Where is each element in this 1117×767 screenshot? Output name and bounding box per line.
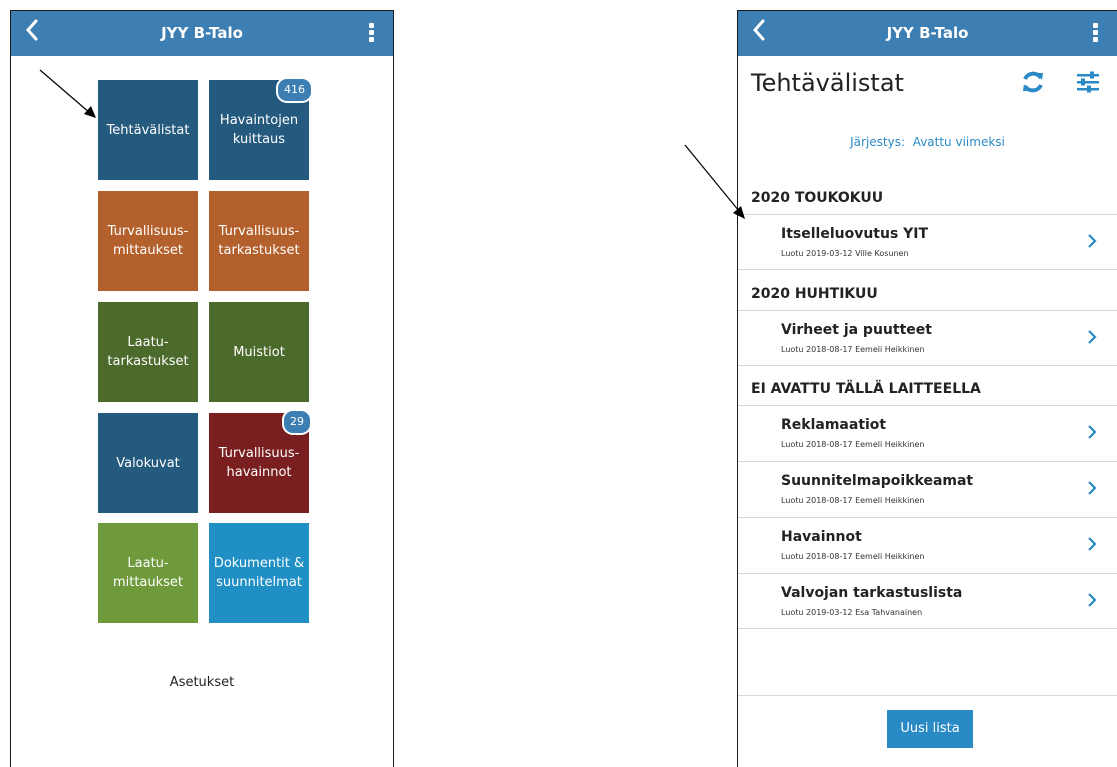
list-item[interactable]: Virheet ja puutteet Luotu 2018-08-17 Eem…: [738, 310, 1117, 366]
list-item-meta: Luotu 2018-08-17 Eemeli Heikkinen: [781, 440, 925, 449]
list-item-title: Virheet ja puutteet: [781, 322, 932, 338]
tile-laatumittaukset[interactable]: Laatu- mittaukset: [98, 523, 198, 623]
page-title: Tehtävälistat: [751, 69, 904, 97]
chevron-right-icon: [1088, 330, 1097, 344]
home-screen: JYY B-Talo Tehtävälistat Havaintojen kui…: [10, 10, 394, 767]
list-item[interactable]: Valvojan tarkastuslista Luotu 2019-03-12…: [738, 573, 1117, 629]
app-bar: JYY B-Talo: [738, 11, 1117, 56]
list-item-meta: Luotu 2018-08-17 Eemeli Heikkinen: [781, 345, 925, 354]
new-list-button[interactable]: Uusi lista: [887, 710, 973, 748]
chevron-right-icon: [1088, 593, 1097, 607]
divider: [738, 628, 1117, 629]
count-badge: 416: [276, 77, 313, 103]
list-item-meta: Luotu 2019-03-12 Ville Kosunen: [781, 249, 909, 258]
annotation-arrow-icon: [684, 144, 745, 219]
app-bar-title: JYY B-Talo: [886, 24, 969, 42]
chevron-right-icon: [1088, 425, 1097, 439]
chevron-right-icon: [1088, 234, 1097, 248]
tile-label: Valokuvat: [116, 455, 180, 471]
kebab-menu-icon[interactable]: [369, 23, 375, 43]
list-item-title: Reklamaatiot: [781, 417, 887, 433]
list-item-meta: Luotu 2019-03-12 Esa Tahvanainen: [781, 608, 923, 617]
settings-link[interactable]: Asetukset: [11, 675, 393, 690]
chevron-right-icon: [1088, 481, 1097, 495]
task-list-screen: JYY B-Talo Tehtävälistat Järjestys: Avat…: [737, 10, 1117, 767]
tile-label: Dokumentit & suunnitelmat: [213, 556, 305, 590]
list-item[interactable]: Reklamaatiot Luotu 2018-08-17 Eemeli Hei…: [738, 405, 1117, 461]
tile-valokuvat[interactable]: Valokuvat: [98, 413, 198, 513]
list-item[interactable]: Havainnot Luotu 2018-08-17 Eemeli Heikki…: [738, 517, 1117, 573]
divider: [738, 695, 1117, 696]
list-item-meta: Luotu 2018-08-17 Eemeli Heikkinen: [781, 552, 925, 561]
section-header: 2020 TOUKOKUU: [751, 190, 884, 206]
sort-label: Järjestys:: [850, 135, 906, 149]
list-item-title: Suunnitelmapoikkeamat: [781, 473, 974, 489]
divider: [738, 365, 1117, 366]
app-bar-title: JYY B-Talo: [161, 24, 243, 42]
list-item-meta: Luotu 2018-08-17 Eemeli Heikkinen: [781, 496, 925, 505]
tile-label: Laatu- tarkastukset: [107, 335, 189, 369]
count-badge: 29: [282, 409, 312, 435]
kebab-menu-icon[interactable]: [1093, 23, 1099, 43]
list-item-title: Havainnot: [781, 529, 862, 545]
tile-muistiot[interactable]: Muistiot: [209, 302, 309, 402]
tile-label: Turvallisuus- tarkastukset: [218, 224, 300, 258]
section-header: EI AVATTU TÄLLÄ LAITTEELLA: [751, 381, 981, 397]
tile-dokumentit-suunnitelmat[interactable]: Dokumentit & suunnitelmat: [209, 523, 309, 623]
sliders-icon[interactable]: [1075, 69, 1101, 95]
annotation-arrow-icon: [39, 69, 96, 118]
tile-tehtavalistat[interactable]: Tehtävälistat: [98, 80, 198, 180]
tile-label: Laatu- mittaukset: [112, 556, 184, 590]
list-item-title: Itselleluovutus YIT: [781, 226, 929, 242]
app-bar: JYY B-Talo: [11, 11, 393, 56]
section-header: 2020 HUHTIKUU: [751, 286, 878, 302]
tile-label: Tehtävälistat: [106, 122, 190, 138]
list-item[interactable]: Suunnitelmapoikkeamat Luotu 2018-08-17 E…: [738, 461, 1117, 517]
tile-turvallisuustarkastukset[interactable]: Turvallisuus- tarkastukset: [209, 191, 309, 291]
tile-label: Turvallisuus- mittaukset: [107, 224, 189, 258]
sort-value: Avattu viimeksi: [912, 135, 1005, 149]
list-item-title: Valvojan tarkastuslista: [781, 585, 963, 601]
sort-selector[interactable]: Järjestys: Avattu viimeksi: [738, 135, 1117, 149]
tile-turvallisuusmittaukset[interactable]: Turvallisuus- mittaukset: [98, 191, 198, 291]
list-item[interactable]: Itselleluovutus YIT Luotu 2019-03-12 Vil…: [738, 214, 1117, 270]
refresh-icon[interactable]: [1020, 69, 1046, 95]
divider: [738, 269, 1117, 270]
tile-label: Muistiot: [233, 344, 285, 360]
chevron-right-icon: [1088, 537, 1097, 551]
tile-laatutarkastukset[interactable]: Laatu- tarkastukset: [98, 302, 198, 402]
tile-label: Turvallisuus- havainnot: [218, 446, 300, 480]
tile-label: Havaintojen kuittaus: [219, 113, 299, 147]
